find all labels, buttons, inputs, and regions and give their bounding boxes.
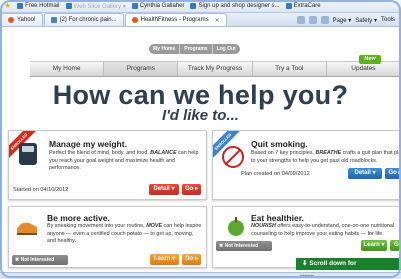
card-description: NOURISH offers easy-to-understand, one-o…: [251, 223, 395, 237]
card-description: Perfect the blend of mind, body, and foo…: [49, 150, 199, 172]
started-date: Started on 04/10/2012: [13, 187, 69, 193]
shoes-icon: [17, 222, 37, 235]
card-description: Based on 7 key principles, BREATHE craft…: [251, 150, 401, 164]
tools-menu[interactable]: Tools: [381, 17, 395, 23]
tab-chronic-pain[interactable]: (2) For chronic pain...: [43, 13, 124, 26]
page-icon: [190, 3, 197, 9]
card-quit-smoking: ENROLLED Quit smoking. Based on 7 key pr…: [212, 130, 401, 200]
safety-menu[interactable]: Safety ▾: [355, 17, 377, 24]
top-link-programs[interactable]: Programs: [180, 44, 213, 54]
favorite-web-slice-gallery[interactable]: Web Slice Gallery ▾: [65, 3, 126, 10]
facebook-icon: [50, 17, 57, 23]
home-icon[interactable]: [296, 16, 305, 24]
favorites-star[interactable]: ★: [4, 2, 11, 10]
nav-track-my-progress[interactable]: Track My Progress: [178, 62, 253, 76]
close-tab-icon[interactable]: ✕: [215, 17, 220, 24]
page-menu[interactable]: Page ▾: [333, 17, 352, 24]
detail-button[interactable]: Detail ▾: [149, 184, 179, 195]
top-link-log-out[interactable]: Log Out: [213, 44, 240, 54]
favorite-cynthia-gallaher[interactable]: Cynthia Gallaher: [131, 3, 184, 9]
card-manage-weight: ENROLLED Manage my weight. Perfect the b…: [8, 130, 207, 200]
card-title: Be more active.: [47, 213, 110, 223]
print-icon[interactable]: [320, 16, 329, 24]
favorite-free-hotmail[interactable]: Free Hotmail: [17, 3, 60, 9]
favorite-extracare[interactable]: ExtraCare: [285, 3, 321, 9]
not-interested-button[interactable]: ✖ Not Interested: [12, 255, 68, 265]
tab-yahoo[interactable]: Yahoo!: [1, 13, 43, 26]
card-description: By sneaking movement into your routine, …: [47, 223, 202, 245]
plan-created-date: Plan created on 04/09/2012: [241, 171, 310, 177]
not-interested-button[interactable]: ✖ Not Interested: [216, 241, 272, 251]
nav-programs[interactable]: Programs: [104, 62, 179, 76]
favorites-bar: ★ Free Hotmail Web Slice Gallery ▾ Cynth…: [0, 0, 401, 13]
detail-button[interactable]: Detail ▾: [348, 168, 382, 179]
apple-icon: [228, 217, 244, 236]
page-icon: [285, 3, 292, 9]
go-button[interactable]: Go: [390, 240, 401, 251]
scale-icon: [19, 143, 37, 165]
yahoo-icon: [8, 17, 14, 23]
page-icon: [17, 3, 24, 9]
cigarette-icon: [222, 146, 244, 168]
scroll-down-callout[interactable]: ⬇ Scroll down for: [296, 258, 401, 270]
site-icon: [131, 17, 138, 23]
favorite-sign-up-shop[interactable]: Sign up and shop designer s...: [190, 3, 280, 9]
card-be-more-active: Be more active. By sneaking movement int…: [8, 206, 207, 268]
card-title: Quit smoking.: [251, 139, 308, 149]
main-nav: My Home Programs Track My Progress Try a…: [30, 61, 401, 77]
top-link-my-home[interactable]: My Home: [149, 44, 181, 54]
go-button[interactable]: Go ▸: [182, 254, 201, 265]
tab-healthfitness[interactable]: HealthFitness - Programs ✕: [124, 13, 227, 26]
page-subhead: I'd like to...: [162, 107, 239, 124]
star-icon: ★: [4, 1, 12, 10]
new-badge: New: [359, 55, 381, 64]
card-title: Eat healthier.: [251, 213, 304, 223]
go-button[interactable]: Go ▸: [385, 168, 401, 179]
card-title: Manage my weight.: [49, 139, 127, 149]
learn-button[interactable]: Learn ▾: [150, 254, 179, 265]
status-zone: Internet: [300, 273, 314, 278]
command-bar: Page ▾ Safety ▾ Tools: [296, 14, 401, 26]
page-icon: [65, 3, 72, 9]
nav-updates[interactable]: Updates: [327, 62, 401, 76]
go-button[interactable]: Go ▸: [182, 184, 201, 195]
nav-try-a-tool[interactable]: Try a Tool: [253, 62, 327, 76]
tab-bar: Yahoo! (2) For chronic pain... HealthFit…: [0, 13, 401, 27]
top-links: My Home Programs Log Out: [149, 44, 240, 54]
page-icon: [131, 3, 138, 9]
nav-my-home[interactable]: My Home: [30, 62, 105, 76]
learn-button[interactable]: Learn ▾: [361, 240, 387, 251]
feeds-icon[interactable]: [308, 16, 317, 24]
